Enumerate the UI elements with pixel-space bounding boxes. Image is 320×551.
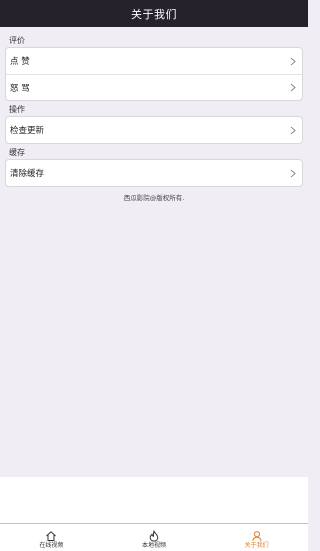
bottom-tab-bar: 在线视频 本地视频 关于我们 xyxy=(0,523,308,551)
row-clear-cache[interactable]: 清除缓存 xyxy=(6,160,302,186)
row-check-update-label: 检查更新 xyxy=(10,126,45,136)
title-bar: 关于我们 xyxy=(0,0,308,27)
copyright-text: 西瓜影院@版权所有. xyxy=(123,194,185,202)
blank-area xyxy=(0,477,308,523)
home-icon xyxy=(45,527,57,541)
section-label-cache: 缓存 xyxy=(9,148,25,157)
row-check-update[interactable]: 检查更新 xyxy=(6,117,302,143)
section-label-operations: 操作 xyxy=(9,105,25,114)
tab-online-video[interactable]: 在线视频 xyxy=(0,524,103,551)
chevron-right-icon xyxy=(288,168,298,178)
row-scold-label: 怒 骂 xyxy=(10,83,30,94)
tab-local-video-label: 本地视频 xyxy=(142,541,167,549)
row-like[interactable]: 点 赞 xyxy=(6,48,302,74)
row-like-label: 点 赞 xyxy=(10,57,30,67)
chevron-right-icon xyxy=(288,83,298,93)
chevron-right-icon xyxy=(288,125,298,135)
cache-group: 清除缓存 xyxy=(5,159,303,187)
tab-local-video[interactable]: 本地视频 xyxy=(103,524,206,551)
tab-about-us[interactable]: 关于我们 xyxy=(205,524,308,551)
flame-icon xyxy=(148,527,160,542)
section-label-rating: 评价 xyxy=(9,36,25,45)
page-title: 关于我们 xyxy=(131,7,177,21)
tab-about-us-label: 关于我们 xyxy=(244,541,269,549)
tab-online-video-label: 在线视频 xyxy=(39,541,64,549)
operations-group: 检查更新 xyxy=(5,116,303,144)
row-scold[interactable]: 怒 骂 xyxy=(6,74,302,100)
chevron-right-icon xyxy=(288,56,298,66)
row-clear-cache-label: 清除缓存 xyxy=(10,169,45,179)
person-icon xyxy=(251,527,263,541)
rating-group: 点 赞 怒 骂 xyxy=(5,47,303,101)
settings-content: 评价 点 赞 怒 骂 操作 检查更新 缓存 清除缓存 西瓜影院@版权所有. xyxy=(0,27,308,477)
